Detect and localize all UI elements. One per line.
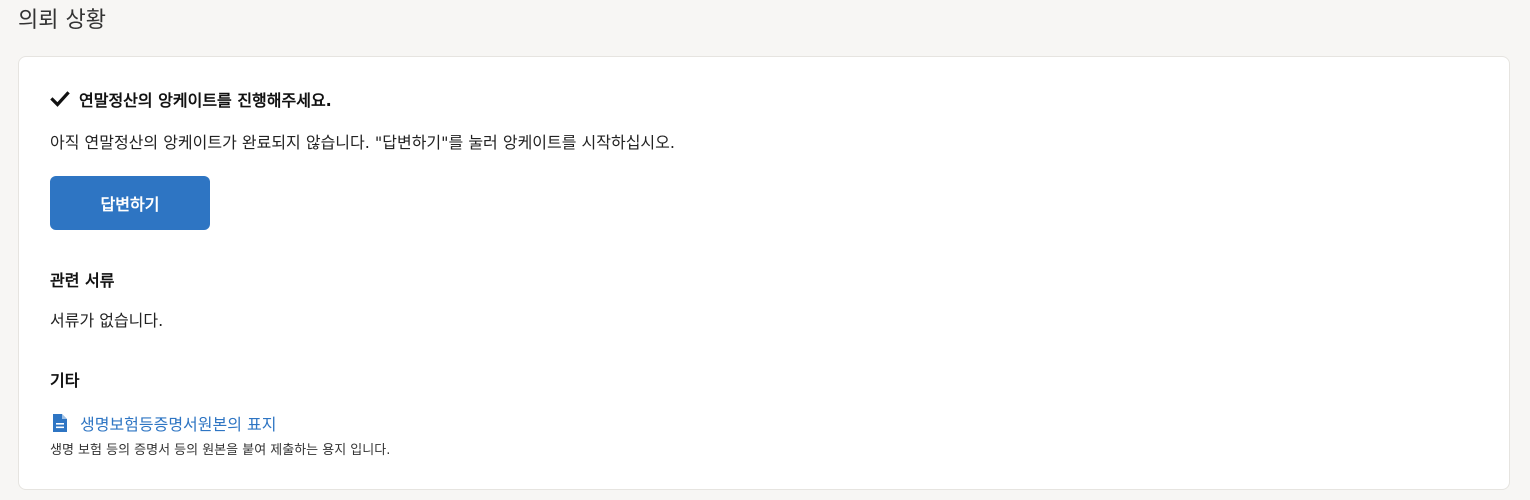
answer-button[interactable]: 답변하기	[50, 176, 210, 230]
related-docs-empty-text: 서류가 없습니다.	[50, 311, 164, 330]
document-description: 생명 보험 등의 증명서 등의 원본을 붙여 제출하는 용지 입니다.	[50, 443, 391, 458]
document-link[interactable]: 생명보험등증명서원본의 표지	[80, 411, 276, 435]
other-heading: 기타	[50, 371, 80, 390]
task-description: 아직 연말정산의 앙케이트가 완료되지 않습니다. "답변하기"를 눌러 앙케이…	[50, 133, 675, 152]
page-title: 의뢰 상황	[18, 8, 106, 33]
task-title: 연말정산의 앙케이트를 진행해주세요.	[79, 91, 332, 110]
task-header: 연말정산의 앙케이트를 진행해주세요.	[50, 87, 332, 111]
check-icon	[50, 89, 70, 109]
document-icon	[52, 413, 68, 433]
related-docs-heading: 관련 서류	[50, 271, 115, 290]
request-status-card: 연말정산의 앙케이트를 진행해주세요. 아직 연말정산의 앙케이트가 완료되지 …	[18, 56, 1510, 490]
other-item: 생명보험등증명서원본의 표지	[52, 411, 276, 435]
